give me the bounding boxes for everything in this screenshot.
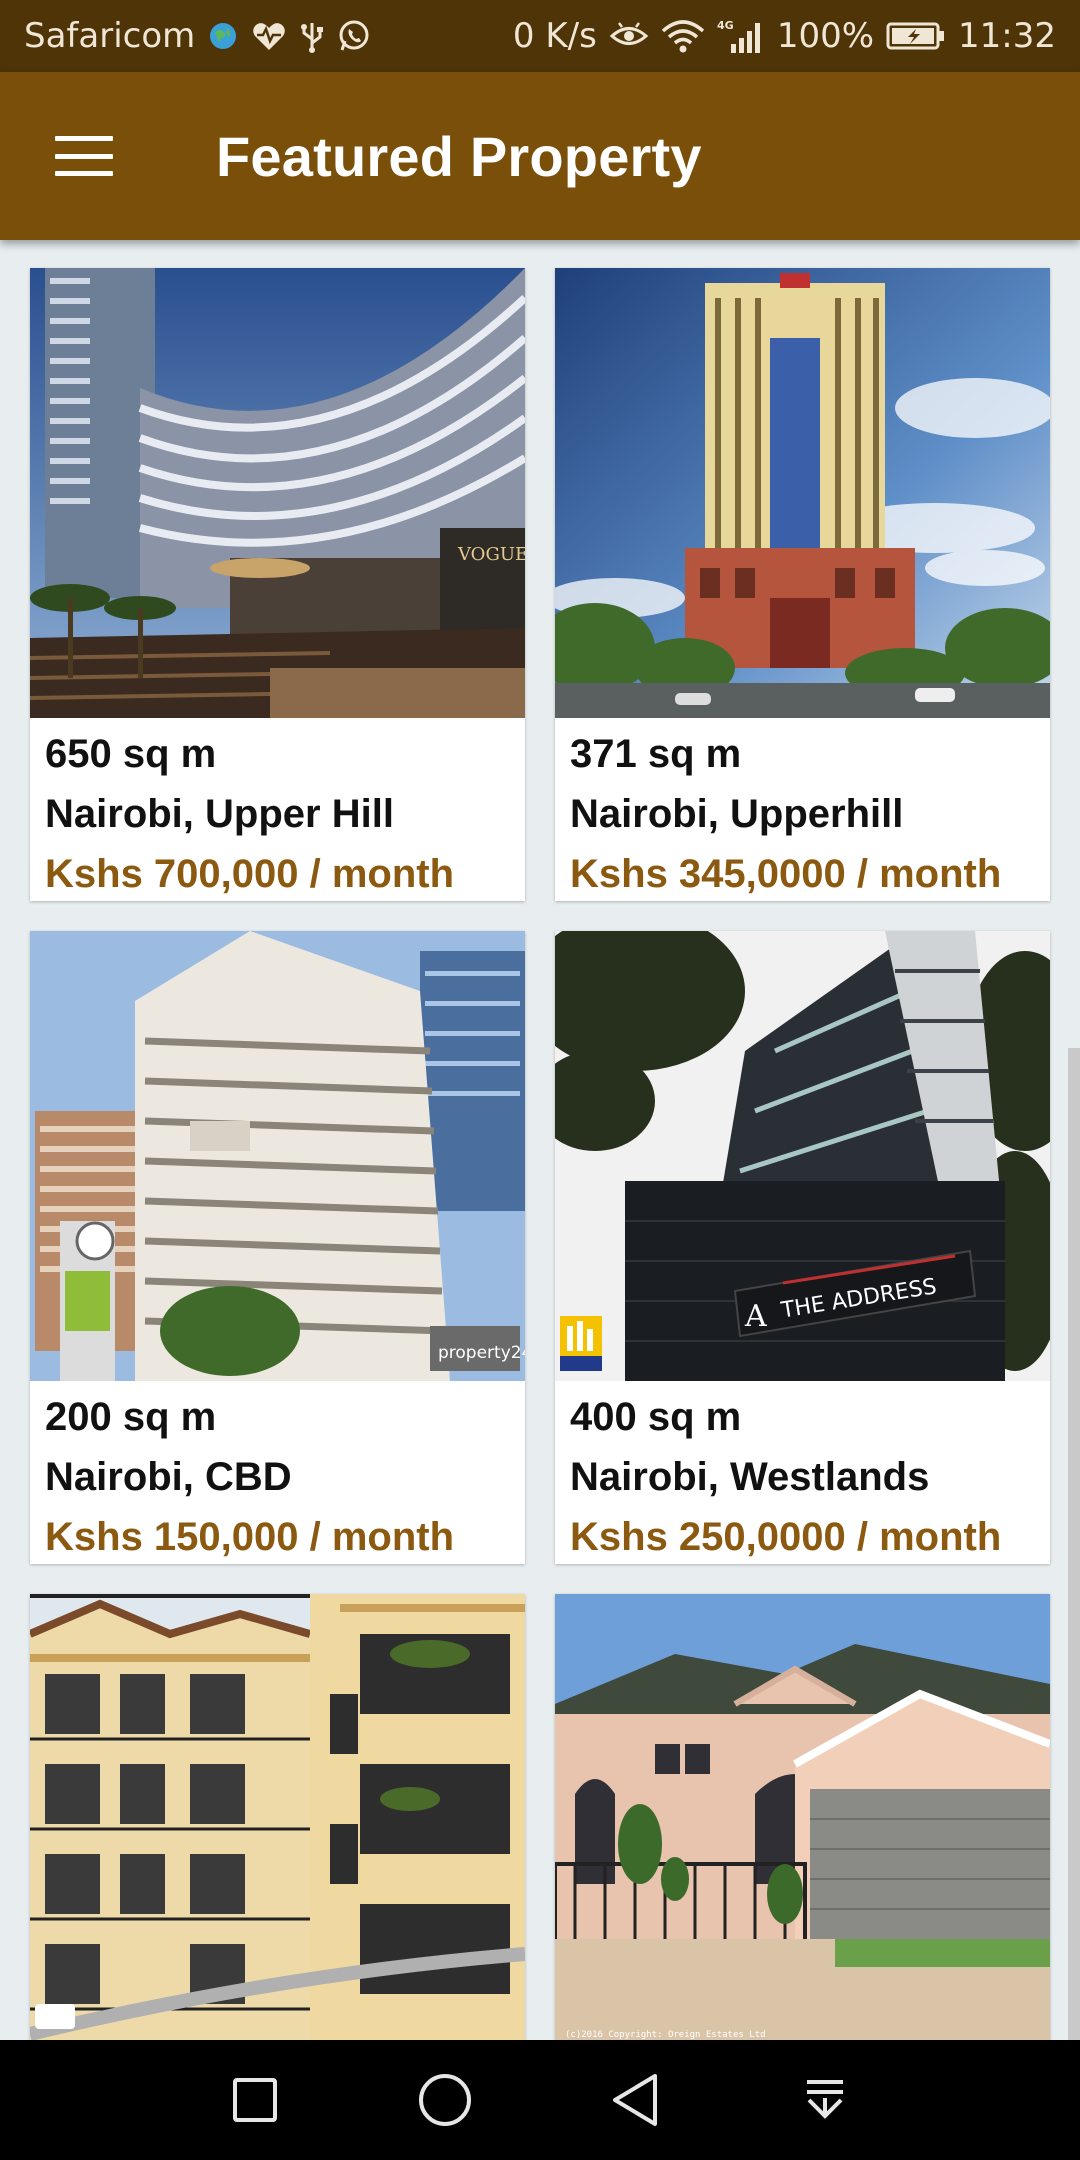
property-info: 371 sq m Nairobi, Upperhill Kshs 345,000… [555,718,1050,901]
property-location: Nairobi, Upper Hill [45,792,394,836]
battery-charging-icon [886,21,946,51]
property-location: Nairobi, Westlands [570,1455,930,1499]
property-price: Kshs 150,000 / month [45,1515,455,1559]
scrollbar[interactable] [1068,1048,1080,2040]
property-card[interactable]: 371 sq m Nairobi, Upperhill Kshs 345,000… [555,268,1050,901]
property-size: 650 sq m [45,732,217,776]
svg-text:(c)2016 Copyright: Oreign Esta: (c)2016 Copyright: Oreign Estates Ltd [565,2030,765,2040]
menu-button[interactable] [0,72,168,240]
svg-text:A: A [744,1299,767,1334]
property-photo: THE ADDRESS A [555,931,1050,1381]
square-icon [233,2078,277,2122]
network-speed: 0 K/s [512,16,597,56]
health-heart-icon [251,20,287,52]
property-card[interactable]: property24 200 sq m Nairobi, CBD Kshs 15… [30,931,525,1564]
property-card[interactable]: VOGUE 650 sq m Nairobi, Upper Hill Kshs … [30,268,525,901]
page-title: Featured Property [216,124,702,188]
property-photo: VOGUE [30,268,525,718]
globe-icon [207,20,239,52]
navigation-bar [0,2040,1080,2160]
triangle-back-icon [613,2074,657,2126]
property-photo: property24 [30,931,525,1381]
property-location: Nairobi, Upperhill [570,792,904,836]
property-card[interactable]: THE ADDRESS A 400 sq m Nairobi, Westland… [555,931,1050,1564]
whatsapp-icon [337,19,371,53]
property-photo [30,1594,525,2040]
status-bar: Safaricom 0 K/s 4G 100% 11:32 [0,0,1080,72]
circle-icon [419,2074,471,2126]
property-info: 400 sq m Nairobi, Westlands Kshs 250,000… [555,1381,1050,1564]
recent-apps-button[interactable] [215,2060,295,2140]
usb-icon [299,19,325,53]
eye-comfort-icon [609,21,649,51]
app-bar: Featured Property [0,72,1080,240]
back-button[interactable] [595,2060,675,2140]
notifications-button[interactable] [785,2060,865,2140]
property-location: Nairobi, CBD [45,1455,292,1499]
clock: 11:32 [958,16,1056,56]
property-price: Kshs 700,000 / month [45,852,455,896]
signal-4g-icon: 4G [717,18,765,54]
property-info: 200 sq m Nairobi, CBD Kshs 150,000 / mon… [30,1381,525,1564]
property-photo [555,268,1050,718]
watermark-text: property24 [438,1343,525,1363]
property-card[interactable]: (c)2016 Copyright: Oreign Estates Ltd [555,1594,1050,2040]
carrier-name: Safaricom [24,16,196,56]
property-grid: VOGUE 650 sq m Nairobi, Upper Hill Kshs … [30,268,1050,2040]
wifi-icon [661,19,705,53]
property-card[interactable] [30,1594,525,2040]
property-size: 200 sq m [45,1395,217,1439]
property-list[interactable]: VOGUE 650 sq m Nairobi, Upper Hill Kshs … [0,240,1080,2040]
status-bar-left: Safaricom [24,16,371,56]
home-button[interactable] [405,2060,485,2140]
network-type-label: 4G [717,19,734,32]
property-size: 371 sq m [570,732,742,776]
pull-down-icon [807,2080,843,2119]
property-size: 400 sq m [570,1395,742,1439]
status-bar-right: 0 K/s 4G 100% 11:32 [513,16,1056,56]
property-photo: (c)2016 Copyright: Oreign Estates Ltd [555,1594,1050,2040]
svg-text:VOGUE: VOGUE [457,544,525,565]
property-info: 650 sq m Nairobi, Upper Hill Kshs 700,00… [30,718,525,901]
property-price: Kshs 345,0000 / month [570,852,1002,896]
hamburger-menu-icon [55,136,113,176]
property-price: Kshs 250,0000 / month [570,1515,1002,1559]
battery-percent: 100% [776,16,875,56]
